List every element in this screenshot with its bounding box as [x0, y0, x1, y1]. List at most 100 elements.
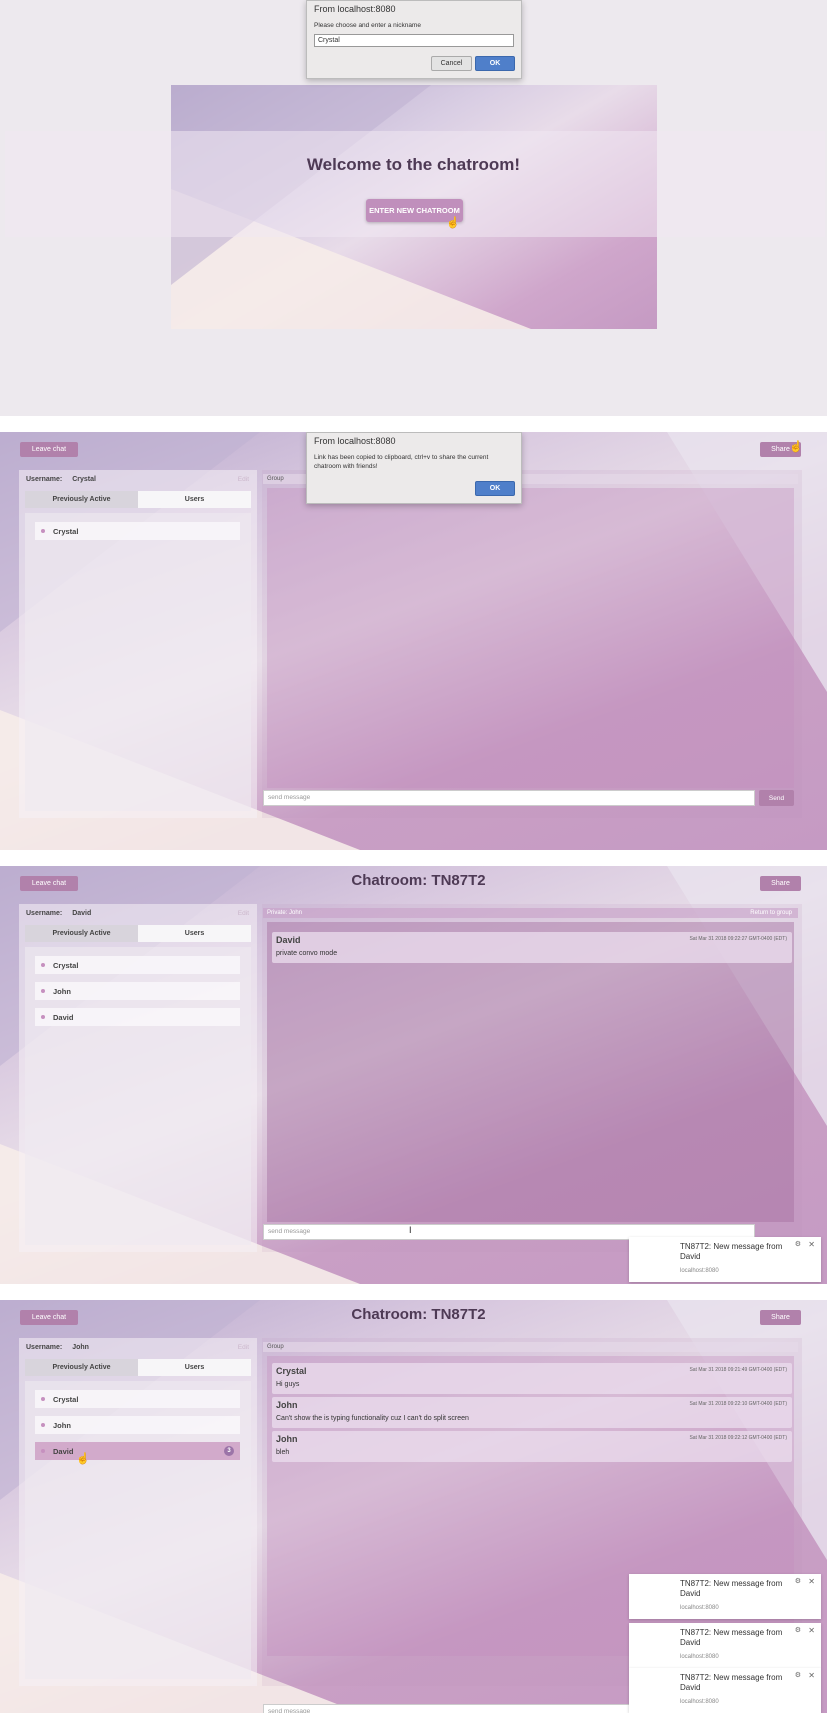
message-timestamp: Sat Mar 31 2018 09:22:27 GMT-0400 (EDT)	[689, 936, 787, 942]
user-item-label: David	[53, 1446, 74, 1456]
send-button[interactable]: Send	[759, 790, 794, 806]
close-icon[interactable]: ✕	[808, 1577, 815, 1586]
user-list: Crystal John David	[25, 947, 251, 1245]
hand-pointer-icon: ☝	[789, 441, 803, 453]
welcome-screen: Welcome to the chatroom! ENTER NEW CHATR…	[0, 0, 827, 416]
username-value: David	[72, 910, 92, 917]
username-label: Username:	[26, 910, 63, 917]
username-display: Username: David	[26, 910, 91, 917]
chatroom-title: Chatroom: TN87T2	[351, 1306, 486, 1323]
edit-username-link[interactable]: Edit	[238, 476, 249, 483]
notification-title: TN87T2: New message from David	[680, 1242, 783, 1261]
message-area	[267, 488, 794, 788]
tab-users[interactable]: Users	[138, 491, 251, 508]
hand-pointer-icon: ☝	[446, 217, 460, 229]
gear-icon[interactable]: ⚙	[795, 1671, 801, 1679]
chatroom-crystal-screen: Leave chat Share ☝ Username: Crystal Edit…	[0, 432, 827, 850]
user-item-david[interactable]: David	[35, 1008, 240, 1026]
username-label: Username:	[26, 476, 63, 483]
notification-source: localhost:8080	[680, 1654, 719, 1660]
notification-popup[interactable]: TN87T2: New message from David localhost…	[629, 1574, 821, 1619]
dialog-title: From localhost:8080	[314, 436, 396, 446]
message-text: Can't show the is typing functionality c…	[276, 1415, 469, 1422]
tab-users[interactable]: Users	[138, 925, 251, 942]
message-text: Hi guys	[276, 1381, 300, 1388]
share-button[interactable]: Share	[760, 876, 801, 891]
notification-popup[interactable]: TN87T2: New message from David localhost…	[629, 1668, 821, 1713]
chat-header: Private: John Return to group	[263, 908, 798, 918]
chat-header-label: Group	[267, 1344, 284, 1350]
user-item-crystal[interactable]: Crystal	[35, 522, 240, 540]
message-area: David Sat Mar 31 2018 09:22:27 GMT-0400 …	[267, 922, 794, 1222]
edit-username-link[interactable]: Edit	[238, 910, 249, 917]
nickname-prompt-dialog: From localhost:8080 Please choose and en…	[306, 0, 522, 79]
dialog-message: Please choose and enter a nickname	[314, 22, 421, 29]
notification-title: TN87T2: New message from David	[680, 1673, 783, 1692]
share-button[interactable]: Share	[760, 1310, 801, 1325]
user-list: Crystal	[25, 513, 251, 811]
user-item-crystal[interactable]: Crystal	[35, 956, 240, 974]
chat-header: Group	[263, 1342, 798, 1352]
chat-window: Group send message Send	[262, 470, 802, 818]
return-to-group-link[interactable]: Return to group	[750, 910, 792, 916]
message-item: Crystal Sat Mar 31 2018 09:21:49 GMT-040…	[272, 1363, 792, 1394]
sidebar: Username: John Edit Previously Active Use…	[19, 1338, 257, 1686]
chat-header-label: Group	[267, 476, 284, 482]
message-author: John	[276, 1434, 298, 1444]
user-item-john[interactable]: John	[35, 982, 240, 1000]
username-display: Username: Crystal	[26, 476, 96, 483]
tab-previously-active[interactable]: Previously Active	[25, 491, 138, 508]
sidebar-tabs: Previously Active Users	[25, 925, 251, 942]
user-item-david[interactable]: David 3	[35, 1442, 240, 1460]
welcome-heading: Welcome to the chatroom!	[306, 155, 521, 174]
leave-chat-button[interactable]: Leave chat	[20, 442, 78, 457]
cancel-button[interactable]: Cancel	[431, 56, 472, 71]
message-author: Crystal	[276, 1366, 307, 1376]
sidebar-tabs: Previously Active Users	[25, 491, 251, 508]
close-icon[interactable]: ✕	[808, 1671, 815, 1680]
notification-popup[interactable]: TN87T2: New message from David localhost…	[629, 1237, 821, 1282]
notification-source: localhost:8080	[680, 1605, 719, 1611]
nickname-input[interactable]: Crystal	[314, 34, 514, 47]
close-icon[interactable]: ✕	[808, 1626, 815, 1635]
close-icon[interactable]: ✕	[808, 1240, 815, 1249]
message-timestamp: Sat Mar 31 2018 09:21:49 GMT-0400 (EDT)	[689, 1367, 787, 1373]
notification-title: TN87T2: New message from David	[680, 1628, 783, 1647]
message-text: bleh	[276, 1449, 290, 1456]
sidebar: Username: Crystal Edit Previously Active …	[19, 470, 257, 818]
gear-icon[interactable]: ⚙	[795, 1626, 801, 1634]
user-item-crystal[interactable]: Crystal	[35, 1390, 240, 1408]
tab-users[interactable]: Users	[138, 1359, 251, 1376]
message-author: John	[276, 1400, 298, 1410]
text-cursor-icon: I	[409, 1225, 412, 1235]
unread-count-badge: 3	[224, 1446, 234, 1456]
notification-source: localhost:8080	[680, 1699, 719, 1705]
edit-username-link[interactable]: Edit	[238, 1344, 249, 1351]
notification-title: TN87T2: New message from David	[680, 1579, 783, 1598]
tab-previously-active[interactable]: Previously Active	[25, 925, 138, 942]
ok-button[interactable]: OK	[475, 481, 515, 496]
message-timestamp: Sat Mar 31 2018 09:22:12 GMT-0400 (EDT)	[689, 1435, 787, 1441]
chat-header-label: Private: John	[267, 910, 303, 916]
dialog-message: Link has been copied to clipboard, ctrl+…	[314, 454, 489, 470]
username-label: Username:	[26, 1344, 63, 1351]
chat-window: Private: John Return to group David Sat …	[262, 904, 802, 1252]
tab-previously-active[interactable]: Previously Active	[25, 1359, 138, 1376]
sidebar: Username: David Edit Previously Active Us…	[19, 904, 257, 1252]
share-link-dialog: From localhost:8080 Link has been copied…	[306, 432, 522, 504]
notification-popup[interactable]: TN87T2: New message from David localhost…	[629, 1623, 821, 1668]
gear-icon[interactable]: ⚙	[795, 1240, 801, 1248]
message-timestamp: Sat Mar 31 2018 09:22:10 GMT-0400 (EDT)	[689, 1401, 787, 1407]
notification-source: localhost:8080	[680, 1268, 719, 1274]
chatroom-title: Chatroom: TN87T2	[351, 872, 486, 889]
message-author: David	[276, 935, 301, 945]
chatroom-john-screen: Leave chat Chatroom: TN87T2 Share Userna…	[0, 1300, 827, 1713]
message-item: John Sat Mar 31 2018 09:22:10 GMT-0400 (…	[272, 1397, 792, 1428]
sidebar-tabs: Previously Active Users	[25, 1359, 251, 1376]
chatroom-david-screen: Leave chat Chatroom: TN87T2 Share Userna…	[0, 866, 827, 1284]
gear-icon[interactable]: ⚙	[795, 1577, 801, 1585]
user-item-john[interactable]: John	[35, 1416, 240, 1434]
message-input[interactable]: send message	[263, 790, 755, 806]
ok-button[interactable]: OK	[475, 56, 515, 71]
message-item: David Sat Mar 31 2018 09:22:27 GMT-0400 …	[272, 932, 792, 963]
